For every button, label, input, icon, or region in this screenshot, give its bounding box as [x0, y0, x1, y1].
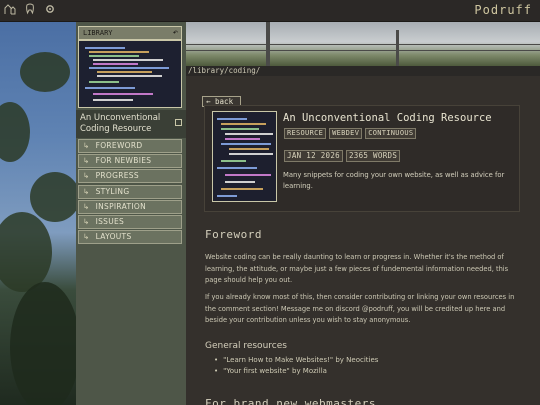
top-icons [4, 3, 56, 15]
header-banner [186, 22, 540, 66]
foreword-paragraph-1: Website coding can be really daunting to… [205, 253, 509, 284]
page-meta: JAN 12 2026 2365 WORDS [284, 150, 401, 162]
library-back-icon[interactable]: ↶ [173, 27, 178, 39]
library-label: LIBRARY [83, 29, 113, 37]
general-resources-heading: General resources [205, 341, 287, 351]
sidebar-item-issues[interactable]: ↳ ISSUES [78, 214, 182, 229]
sidebar-item-progress[interactable]: ↳ PROGRESS [78, 169, 182, 184]
site-brand[interactable]: Podruff [474, 3, 532, 17]
tag-webdev[interactable]: WEBDEV [329, 128, 363, 139]
sidebar-nav: ↳ FOREWORD ↳ FOR NEWBIES ↳ PROGRESS ↳ STYLIN… [78, 139, 182, 245]
newbies-heading: For brand new webmasters [205, 397, 376, 405]
library-header[interactable]: LIBRARY ↶ [78, 26, 182, 40]
page-thumbnail [212, 111, 277, 202]
sidebar-page-title: An Unconventional Coding Resource [76, 110, 186, 138]
sidebar-title-text: An Unconventional Coding Resource [80, 113, 161, 134]
sidebar-item-inspiration[interactable]: ↳ INSPIRATION [78, 199, 182, 214]
top-bar: Podruff [0, 0, 540, 22]
sidebar-thumbnail [78, 40, 182, 108]
sidebar-item-layouts[interactable]: ↳ LAYOUTS [78, 230, 182, 245]
resource-list: "Learn How to Make Websites!" by Neociti… [214, 355, 378, 377]
toggle-icon[interactable] [175, 119, 182, 126]
tag-continuous[interactable]: CONTINUOUS [365, 128, 417, 139]
gear-icon[interactable] [44, 3, 56, 15]
library-icon[interactable] [4, 3, 16, 15]
page-description: Many snippets for coding your own websit… [283, 171, 505, 190]
sidebar-item-for-newbies[interactable]: ↳ FOR NEWBIES [78, 154, 182, 169]
tag-list: RESOURCE WEBDEV CONTINUOUS [284, 128, 417, 139]
resource-link-mozilla[interactable]: "Your first website" by Mozilla [214, 366, 378, 377]
word-count-badge: 2365 WORDS [345, 150, 401, 162]
foreword-paragraph-2: If you already know most of this, then c… [205, 293, 515, 324]
tag-resource[interactable]: RESOURCE [284, 128, 327, 139]
sidebar-item-foreword[interactable]: ↳ FOREWORD [78, 139, 182, 153]
resource-link-neocities[interactable]: "Learn How to Make Websites!" by Neociti… [214, 355, 378, 366]
tooth-icon[interactable] [24, 3, 36, 15]
foreword-heading: Foreword [205, 228, 262, 241]
background-photo [0, 22, 76, 405]
page-title: An Unconventional Coding Resource [283, 112, 492, 124]
date-badge: JAN 12 2026 [284, 150, 343, 162]
breadcrumb: /library/coding/ [186, 66, 540, 76]
sidebar-item-styling[interactable]: ↳ STYLING [78, 184, 182, 199]
